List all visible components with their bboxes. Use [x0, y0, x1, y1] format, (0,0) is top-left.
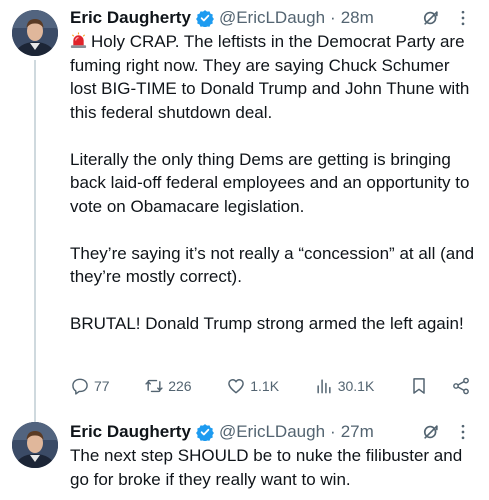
tweet-text: Holy CRAP. The leftists in the Democrat … — [70, 30, 479, 336]
author-name[interactable]: Eric Daugherty — [70, 8, 191, 28]
tweet-header: Eric Daugherty @EricLDaugh · 27m — [70, 420, 477, 444]
like-icon — [228, 379, 245, 394]
tweet-header: Eric Daugherty @EricLDaugh · 28m — [70, 6, 477, 30]
grok-icon[interactable] — [421, 422, 441, 442]
author-handle[interactable]: @EricLDaugh — [219, 8, 325, 28]
tweet[interactable]: Eric Daugherty @EricLDaugh · 28m Holy CR… — [0, 0, 489, 422]
bookmark-icon[interactable] — [409, 376, 429, 396]
verified-badge-icon — [196, 423, 214, 441]
avatar[interactable] — [12, 10, 58, 56]
grok-icon[interactable] — [421, 8, 441, 28]
repost-count: 226 — [168, 378, 192, 394]
views-button[interactable]: 30.1K — [314, 376, 375, 396]
reply-icon — [72, 378, 88, 395]
tweet-text: The next step SHOULD be to nuke the fili… — [70, 444, 479, 491]
author-name[interactable]: Eric Daugherty — [70, 422, 191, 442]
views-icon — [317, 379, 331, 394]
timestamp[interactable]: 27m — [341, 422, 374, 442]
reply-count: 77 — [94, 378, 110, 394]
tweet-actions: 77 226 1.1K 30.1K — [70, 374, 471, 398]
tweet[interactable]: Eric Daugherty @EricLDaugh · 27m The nex… — [0, 408, 489, 500]
timestamp[interactable]: 28m — [341, 8, 374, 28]
share-icon[interactable] — [451, 376, 471, 396]
tweet-paragraph: BRUTAL! Donald Trump strong armed the le… — [70, 314, 464, 333]
tweet-paragraph: Holy CRAP. The leftists in the Democrat … — [70, 30, 479, 124]
more-icon[interactable] — [453, 8, 473, 28]
thread-connector-line — [34, 60, 36, 422]
view-count: 30.1K — [337, 378, 375, 394]
like-count: 1.1K — [250, 378, 280, 394]
more-icon[interactable] — [453, 422, 473, 442]
siren-emoji — [70, 32, 87, 49]
separator-dot: · — [330, 8, 336, 27]
tweet-paragraph: They’re saying it’s not really a “conces… — [70, 243, 475, 287]
repost-icon — [145, 379, 163, 393]
tweet-paragraph: The next step SHOULD be to nuke the fili… — [70, 446, 463, 489]
reply-button[interactable]: 77 — [70, 376, 110, 396]
separator-dot: · — [330, 422, 336, 441]
secondary-actions — [409, 376, 471, 396]
tweet-paragraph-text: Holy CRAP. The leftists in the Democrat … — [70, 32, 470, 122]
repost-button[interactable]: 226 — [144, 376, 192, 396]
like-button[interactable]: 1.1K — [226, 376, 279, 396]
avatar[interactable] — [12, 422, 58, 468]
tweet-paragraph: Literally the only thing Dems are gettin… — [70, 149, 470, 216]
author-handle[interactable]: @EricLDaugh — [219, 422, 325, 442]
verified-badge-icon — [196, 9, 214, 27]
